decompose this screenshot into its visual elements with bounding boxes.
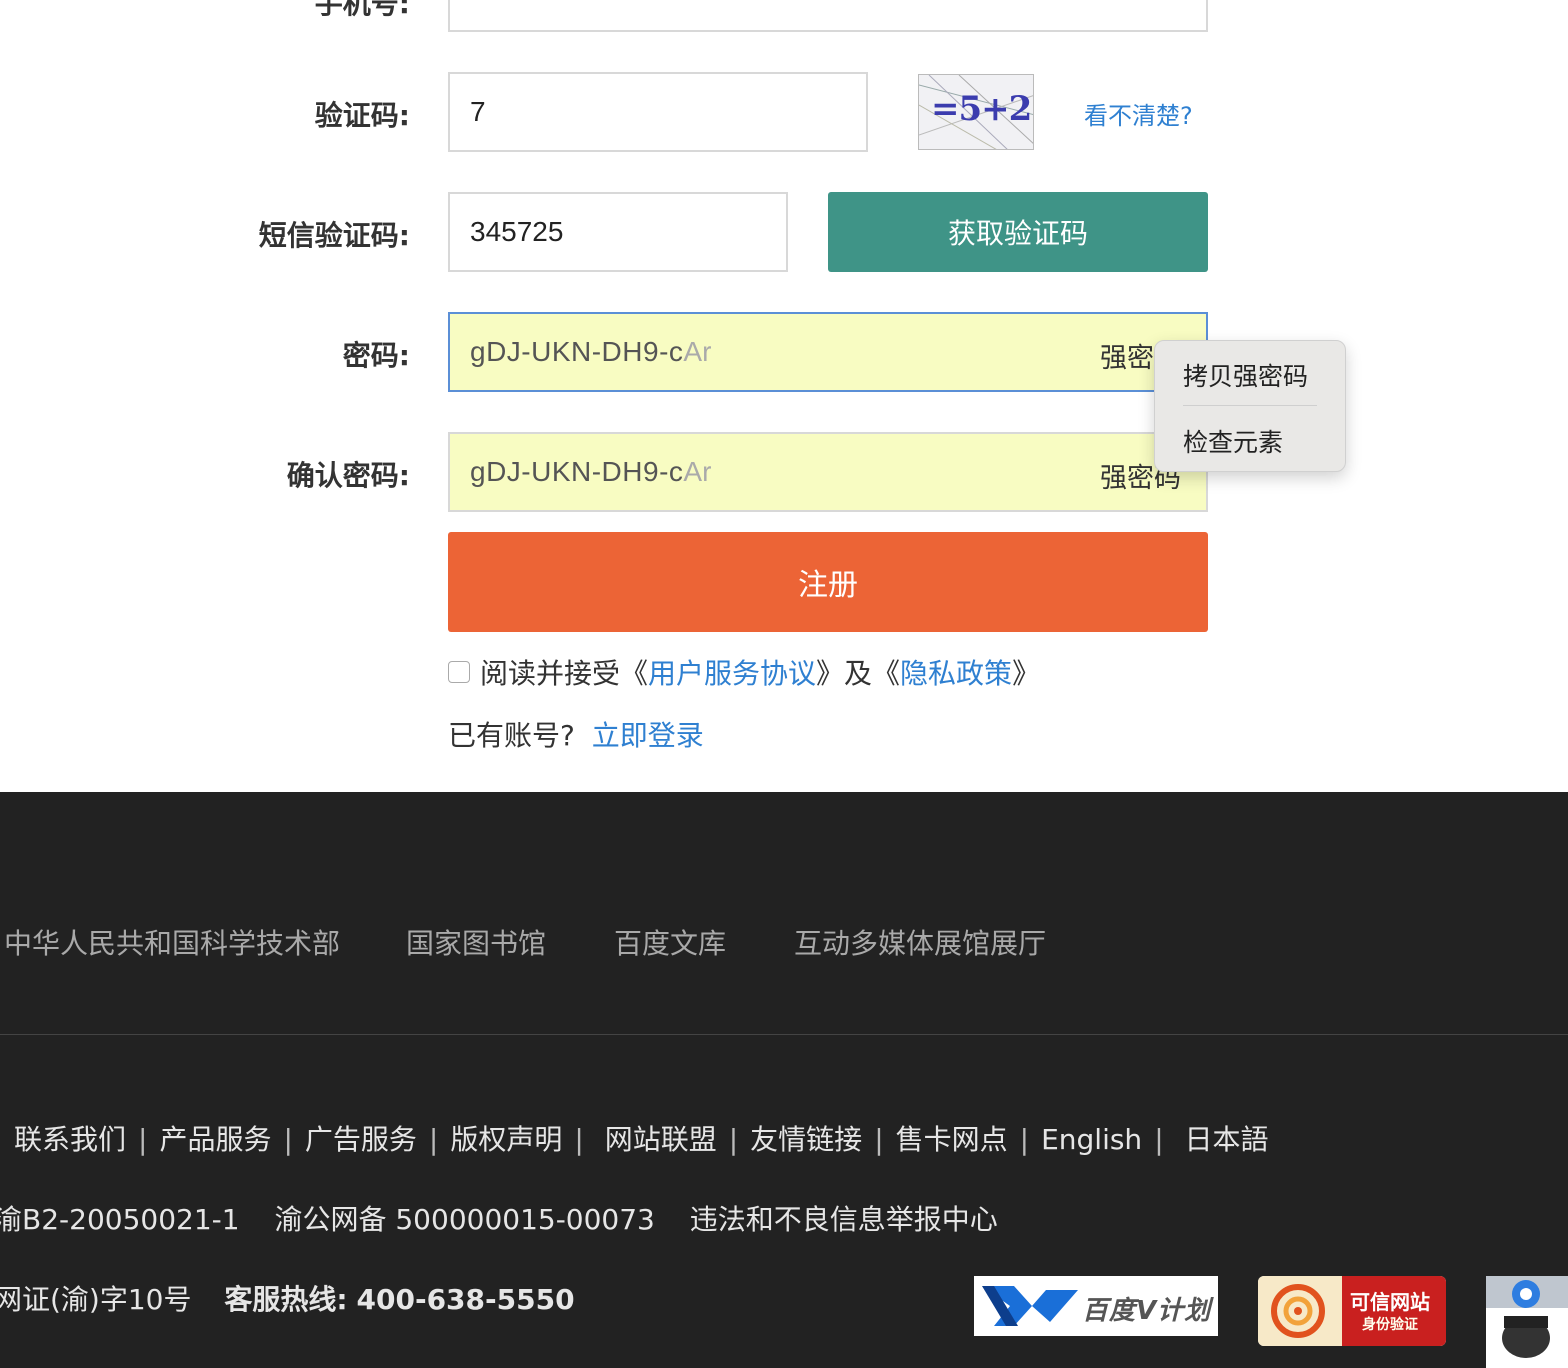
footer-nav-link[interactable]: 售卡网点 (896, 1123, 1008, 1156)
trusted-site-text-1: 可信网站 (1350, 1290, 1430, 1314)
password-value-faded: Ar (683, 336, 712, 367)
footer-nav-link[interactable]: 版权声明 (450, 1123, 562, 1156)
footer-nav-link[interactable]: 网站联盟 (605, 1123, 717, 1156)
license-gongan[interactable]: 渝公网备 500000015-00073 (274, 1203, 654, 1236)
sms-value: 345725 (470, 216, 564, 247)
login-link[interactable]: 立即登录 (592, 719, 704, 752)
baidu-v-plan-badge[interactable]: 百度V计划 (974, 1276, 1218, 1336)
footer-nav-link[interactable]: 联系我们 (14, 1123, 126, 1156)
have-account-text: 已有账号? (448, 719, 575, 752)
context-menu: 拷贝强密码 检查元素 (1154, 340, 1346, 472)
baidu-v-text: 百度V计划 (1082, 1296, 1212, 1326)
footer-nav-link[interactable]: 产品服务 (159, 1123, 271, 1156)
footer: 中华人民共和国科学技术部 国家图书馆 百度文库 互动多媒体展馆展厅 联系我们 | 产… (0, 792, 1568, 1368)
police-badge[interactable] (1486, 1276, 1568, 1368)
confirm-password-value: gDJ-UKN-DH9-c (470, 456, 684, 487)
sms-input[interactable]: 345725 (448, 192, 788, 272)
captcha-image[interactable]: =5+2 (918, 74, 1034, 150)
password-input[interactable]: gDJ-UKN-DH9-c Ar (448, 312, 1208, 392)
partner-link[interactable]: 国家图书馆 (406, 922, 546, 962)
copy-strong-password-item[interactable]: 拷贝强密码 (1183, 357, 1308, 393)
trusted-swirl-icon (1271, 1284, 1325, 1338)
get-sms-code-button[interactable]: 获取验证码 (828, 192, 1208, 272)
license-icp: 渝B2-20050021-1 (0, 1203, 240, 1236)
agreement-row: 阅读并接受《 用户服务协议 》及《 隐私政策》 (448, 652, 1040, 692)
context-menu-separator (1183, 405, 1317, 406)
login-row: 已有账号? 立即登录 (448, 714, 704, 754)
baidu-v-logo-icon (982, 1286, 1078, 1326)
terms-link[interactable]: 用户服务协议 (648, 652, 816, 692)
license-net: 网证(渝)字10号 (0, 1283, 192, 1316)
inspect-element-item[interactable]: 检查元素 (1183, 423, 1283, 459)
confirm-password-value-faded: Ar (683, 456, 712, 487)
captcha-image-text: =5+2 (931, 89, 1032, 129)
footer-nav-link[interactable]: 日本語 (1185, 1123, 1269, 1156)
privacy-link[interactable]: 隐私政策 (900, 652, 1012, 692)
police-officer-icon (1486, 1280, 1568, 1368)
agree-mid: 》及《 (816, 657, 901, 690)
register-button[interactable]: 注册 (448, 532, 1208, 632)
trusted-site-badge[interactable]: 可信网站 身份验证 (1258, 1276, 1446, 1346)
confirm-password-input[interactable]: gDJ-UKN-DH9-c Ar (448, 432, 1208, 512)
phone-label: 手机号: (314, 0, 410, 20)
hotline-label: 客服热线: (224, 1283, 348, 1316)
sms-label: 短信验证码: (258, 219, 410, 252)
captcha-value: 7 (470, 96, 486, 127)
footer-nav: 联系我们 | 产品服务 | 广告服务 | 版权声明 | 网站联盟 | 友情链接 | 售卡网点 | Engl… (14, 1123, 1269, 1156)
hotline-row: 网证(渝)字10号 客服热线: 400-638-5550 (0, 1278, 575, 1318)
footer-nav-link[interactable]: English (1041, 1123, 1142, 1156)
captcha-input[interactable]: 7 (448, 72, 868, 152)
agree-checkbox[interactable] (448, 661, 470, 683)
footer-nav-link[interactable]: 广告服务 (305, 1123, 417, 1156)
footer-nav-link[interactable]: 友情链接 (750, 1123, 862, 1156)
agree-suffix: 》 (1012, 657, 1041, 690)
phone-input[interactable]: 1010-1200007 (448, 0, 1208, 32)
confirm-password-label: 确认密码: (286, 459, 410, 492)
captcha-label: 验证码: (314, 99, 410, 132)
report-center-link[interactable]: 违法和不良信息举报中心 (690, 1203, 998, 1236)
partner-link[interactable]: 互动多媒体展馆展厅 (794, 922, 1046, 962)
footer-divider (0, 1034, 1568, 1035)
password-label: 密码: (342, 339, 410, 372)
captcha-refresh-link[interactable]: 看不清楚? (1084, 96, 1193, 131)
license-row: 渝B2-20050021-1 渝公网备 500000015-00073 违法和不… (0, 1198, 998, 1238)
hotline-number: 400-638-5550 (356, 1283, 575, 1316)
partner-link[interactable]: 百度文库 (614, 922, 726, 962)
agree-prefix: 阅读并接受《 (480, 657, 649, 690)
password-value: gDJ-UKN-DH9-c (470, 336, 684, 367)
trusted-site-text-2: 身份验证 (1362, 1317, 1418, 1333)
partner-link[interactable]: 中华人民共和国科学技术部 (4, 922, 340, 962)
